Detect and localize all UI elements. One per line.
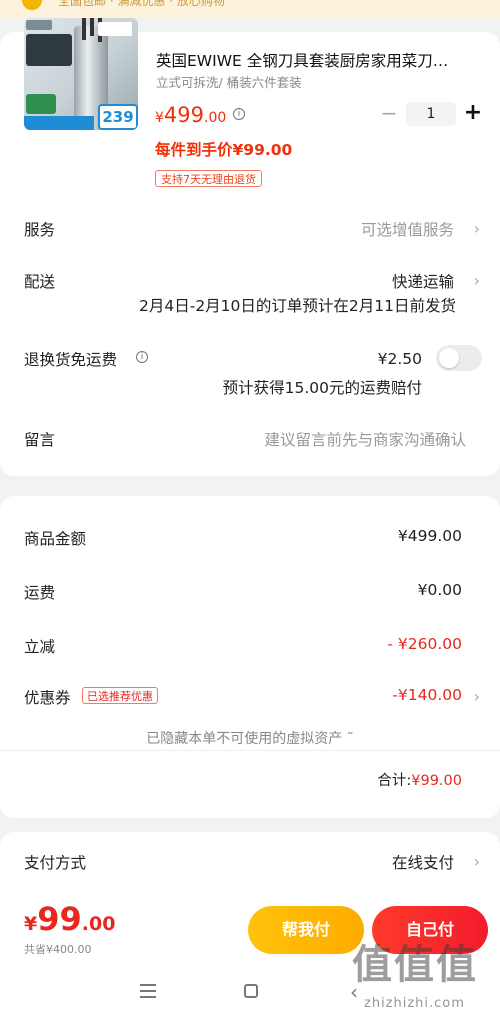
discount-label: 立减 <box>24 638 56 656</box>
watermark-url: zhizhizhi.com <box>364 996 465 1011</box>
return-fee-toggle[interactable] <box>436 345 482 371</box>
hand-price: 每件到手价¥99.00 <box>155 141 293 159</box>
shipping-label: 运费 <box>24 584 56 602</box>
top-banner: 全国包邮 · 满减优惠 · 放心购物 <box>0 0 500 18</box>
checkout-price: ¥99.00 <box>24 900 116 938</box>
service-label: 服务 <box>24 221 56 239</box>
return-fee-value: ¥2.50 <box>377 350 422 368</box>
delivery-label: 配送 <box>24 273 56 291</box>
chevron-right-icon[interactable]: › <box>474 852 480 871</box>
menu-icon[interactable] <box>140 984 156 998</box>
info-icon[interactable]: i <box>233 108 245 120</box>
coupon-value[interactable]: -¥140.00 <box>392 686 462 704</box>
service-value[interactable]: 可选增值服务 <box>361 218 454 240</box>
quantity-input[interactable]: 1 <box>406 102 456 126</box>
thumbnail-price: 239 <box>98 104 138 130</box>
chevron-right-icon[interactable]: › <box>474 219 480 238</box>
coupon-badge: 已选推荐优惠 <box>82 687 158 704</box>
plus-icon[interactable]: + <box>462 101 484 125</box>
banner-text: 全国包邮 · 满减优惠 · 放心购物 <box>58 0 225 8</box>
shipping-value: ¥0.00 <box>417 581 462 599</box>
goods-amount-value: ¥499.00 <box>397 527 462 545</box>
product-thumbnail[interactable]: 239 <box>24 18 138 130</box>
help-pay-button[interactable]: 帮我付 <box>248 906 364 954</box>
message-label: 留言 <box>24 431 56 449</box>
coupon-label: 优惠券 <box>24 689 71 707</box>
minus-icon[interactable]: − <box>380 103 398 123</box>
product-price: ¥499.00 <box>155 103 227 127</box>
banner-icon <box>22 0 42 10</box>
order-total: 合计:¥99.00 <box>377 773 462 789</box>
info-icon[interactable]: i <box>136 351 148 363</box>
payment-method-value[interactable]: 在线支付 <box>392 851 454 873</box>
return-fee-label: 退换货免运费 <box>24 351 118 369</box>
divider <box>0 750 500 751</box>
hidden-assets-toggle[interactable]: 已隐藏本单不可使用的虚拟资产 ˜ <box>0 728 500 748</box>
saved-amount: 共省¥400.00 <box>24 943 92 956</box>
chevron-right-icon[interactable]: › <box>474 271 480 290</box>
return-fee-note: 预计获得15.00元的运费赔付 <box>222 379 422 397</box>
chevron-right-icon[interactable]: › <box>474 687 480 706</box>
product-title[interactable]: 英国EWIWE 全钢刀具套装厨房家用菜刀… <box>156 49 476 71</box>
delivery-value[interactable]: 快递运输 <box>392 270 454 292</box>
delivery-note: 2月4日-2月10日的订单预计在2月11日前发货 <box>139 297 456 315</box>
discount-value: - ¥260.00 <box>387 635 462 653</box>
home-icon[interactable] <box>244 984 258 998</box>
message-input[interactable]: 建议留言前先与商家沟通确认 <box>264 428 466 450</box>
watermark: 值值值 <box>352 942 478 988</box>
payment-method-label: 支付方式 <box>24 854 87 872</box>
goods-amount-label: 商品金额 <box>24 530 87 548</box>
return-policy-badge: 支持7天无理由退货 <box>155 170 262 187</box>
product-spec[interactable]: 立式可拆洗/ 桶装六件套装 <box>156 72 302 91</box>
